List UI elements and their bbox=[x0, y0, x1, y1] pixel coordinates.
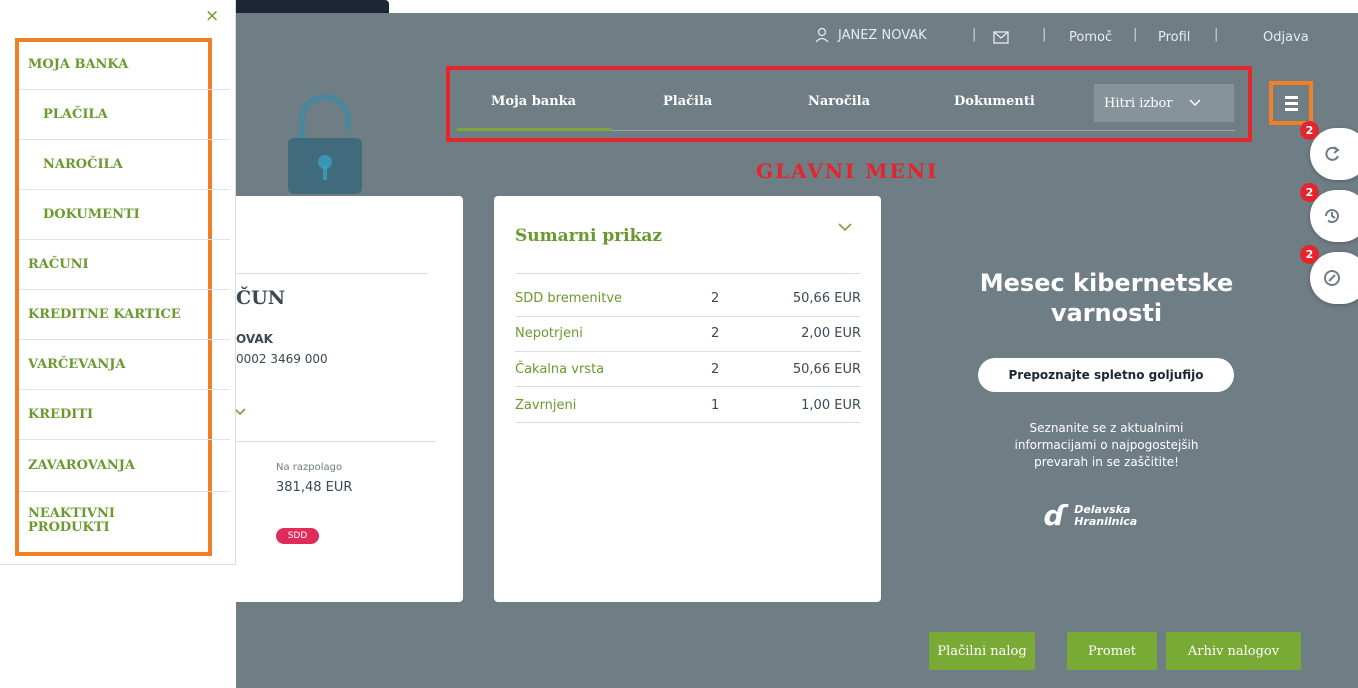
account-title: ČUN bbox=[236, 287, 286, 309]
menu-item-placila[interactable]: PLAČILA bbox=[19, 90, 230, 140]
summary-row[interactable]: Zavrnjeni 1 1,00 EUR bbox=[515, 398, 861, 434]
summary-title: Sumarni prikaz bbox=[515, 226, 663, 246]
user-name: JANEZ NOVAK bbox=[838, 27, 927, 43]
help-link[interactable]: Pomoč bbox=[1069, 30, 1112, 50]
divider bbox=[515, 386, 861, 387]
available-label: Na razpolago bbox=[276, 462, 343, 473]
summary-row-label: Čakalna vrsta bbox=[515, 362, 605, 377]
quick-select-label: Hitri izbor bbox=[1104, 95, 1173, 111]
promo-text: Seznanite se z aktualnimi informacijami … bbox=[940, 420, 1273, 471]
summary-row-label: SDD bremenitve bbox=[515, 291, 623, 306]
refresh-icon bbox=[1325, 146, 1340, 161]
promo-title: Mesec kibernetske varnosti bbox=[912, 268, 1301, 328]
profile-link[interactable]: Profil bbox=[1158, 30, 1190, 50]
menu-item-moja-banka[interactable]: MOJA BANKA bbox=[19, 40, 230, 90]
available-amount: 381,48 EUR bbox=[276, 480, 353, 495]
promo-text-line: prevarah in se zaščitite! bbox=[1034, 455, 1179, 469]
separator: | bbox=[1133, 27, 1138, 42]
logo-text: Delavska Hranilnica bbox=[1074, 504, 1137, 528]
menu-item-narocila[interactable]: NAROČILA bbox=[19, 140, 230, 190]
account-number: 0002 3469 000 bbox=[236, 352, 328, 366]
chevron-down-icon[interactable] bbox=[838, 220, 852, 236]
logo-text-line: Hranilnica bbox=[1074, 515, 1138, 528]
summary-row[interactable]: SDD bremenitve 2 50,66 EUR bbox=[515, 291, 861, 327]
bank-logo: ɗ Delavska Hranilnica bbox=[1044, 499, 1137, 532]
summary-row-amount: 50,66 EUR bbox=[792, 291, 861, 306]
menu-item-krediti[interactable]: KREDITI bbox=[19, 390, 230, 440]
hamburger-menu-button[interactable] bbox=[1269, 81, 1313, 125]
notification-badge: 2 bbox=[1300, 121, 1319, 140]
hamburger-icon bbox=[1284, 95, 1298, 111]
divider bbox=[236, 273, 428, 274]
summary-row-amount: 1,00 EUR bbox=[801, 398, 861, 413]
menu-item-racuni[interactable]: RAČUNI bbox=[19, 240, 230, 290]
summary-row-count: 2 bbox=[711, 362, 720, 377]
account-owner: OVAK bbox=[236, 332, 273, 346]
logo-mark-icon: ɗ bbox=[1044, 499, 1067, 532]
padlock-icon bbox=[288, 94, 362, 194]
promo-text-line: Seznanite se z aktualnimi bbox=[1029, 421, 1184, 435]
turnover-button[interactable]: Promet bbox=[1067, 632, 1157, 670]
main-menu-annotation: GLAVNI MENI bbox=[756, 159, 939, 183]
divider bbox=[236, 441, 436, 442]
summary-row-count: 1 bbox=[711, 398, 720, 413]
promo-title-line: Mesec kibernetske bbox=[979, 269, 1234, 297]
separator: | bbox=[972, 27, 977, 42]
close-icon[interactable]: × bbox=[205, 6, 219, 26]
menu-item-neaktivni-produkti[interactable]: NEAKTIVNI PRODUKTI bbox=[19, 492, 230, 550]
divider bbox=[515, 351, 861, 352]
summary-row[interactable]: Nepotrjeni 2 2,00 EUR bbox=[515, 326, 861, 362]
user-icon bbox=[815, 27, 829, 43]
summary-row-label: Nepotrjeni bbox=[515, 326, 583, 341]
divider bbox=[515, 422, 861, 423]
archive-orders-button[interactable]: Arhiv nalogov bbox=[1166, 632, 1301, 670]
promo-title-line: varnosti bbox=[1050, 299, 1163, 327]
nav-item-narocila[interactable]: Naročila bbox=[808, 94, 870, 109]
separator: | bbox=[1214, 27, 1219, 42]
mail-icon[interactable] bbox=[993, 29, 1009, 48]
active-nav-indicator bbox=[457, 128, 611, 131]
summary-row-label: Zavrnjeni bbox=[515, 398, 577, 413]
summary-row[interactable]: Čakalna vrsta 2 50,66 EUR bbox=[515, 362, 861, 398]
divider bbox=[515, 273, 861, 274]
compass-icon bbox=[1324, 270, 1340, 286]
history-icon bbox=[1325, 209, 1339, 224]
sdd-badge: SDD bbox=[276, 528, 319, 544]
nav-item-moja-banka[interactable]: Moja banka bbox=[491, 94, 576, 109]
summary-row-amount: 2,00 EUR bbox=[801, 326, 861, 341]
nav-divider bbox=[611, 130, 1235, 131]
notification-badge: 2 bbox=[1300, 245, 1319, 264]
menu-item-kreditne-kartice[interactable]: KREDITNE KARTICE bbox=[19, 290, 230, 340]
chevron-down-icon bbox=[1189, 99, 1201, 107]
divider bbox=[515, 316, 861, 317]
menu-item-zavarovanja[interactable]: ZAVAROVANJA bbox=[19, 440, 230, 492]
nav-item-dokumenti[interactable]: Dokumenti bbox=[954, 94, 1035, 109]
account-card[interactable] bbox=[225, 196, 463, 602]
nav-item-placila[interactable]: Plačila bbox=[663, 94, 712, 109]
separator: | bbox=[1042, 27, 1047, 42]
quick-select-dropdown[interactable]: Hitri izbor bbox=[1094, 84, 1234, 122]
promo-cta-button[interactable]: Prepoznajte spletno goljufijo bbox=[978, 358, 1234, 392]
user-menu[interactable]: JANEZ NOVAK bbox=[814, 27, 927, 43]
menu-item-varcevanja[interactable]: VARČEVANJA bbox=[19, 340, 230, 390]
summary-row-amount: 50,66 EUR bbox=[792, 362, 861, 377]
notification-badge: 2 bbox=[1300, 183, 1319, 202]
app-screen: JANEZ NOVAK | | Pomoč | Profil | Odjava … bbox=[0, 0, 1358, 688]
logout-link[interactable]: Odjava bbox=[1263, 30, 1309, 50]
summary-row-count: 2 bbox=[711, 326, 720, 341]
side-drawer-menu: × MOJA BANKA PLAČILA NAROČILA DOKUMENTI … bbox=[0, 0, 236, 565]
promo-text-line: informacijami o najpogostejših bbox=[1014, 438, 1199, 452]
menu-item-dokumenti[interactable]: DOKUMENTI bbox=[19, 190, 230, 240]
payment-order-button[interactable]: Plačilni nalog bbox=[929, 632, 1035, 670]
summary-row-count: 2 bbox=[711, 291, 720, 306]
